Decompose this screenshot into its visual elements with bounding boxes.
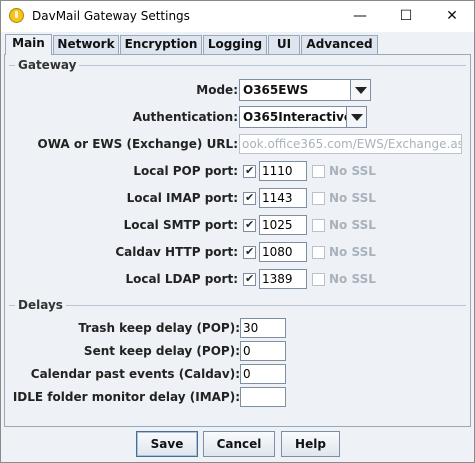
tab-advanced[interactable]: Advanced bbox=[301, 35, 378, 54]
ldap-nossl-checkbox[interactable] bbox=[312, 273, 325, 286]
caldav-nossl-checkbox[interactable] bbox=[312, 246, 325, 259]
calendar-past-events-field[interactable]: 0 bbox=[240, 364, 286, 384]
pop-nossl-label: No SSL bbox=[329, 164, 376, 178]
imap-port-enabled-checkbox[interactable] bbox=[243, 191, 256, 205]
save-button[interactable]: Save bbox=[136, 431, 198, 457]
pop-port-enabled-checkbox[interactable] bbox=[243, 164, 256, 178]
sent-delay-field[interactable]: 0 bbox=[240, 341, 286, 361]
smtp-port-field[interactable]: 1025 bbox=[259, 215, 307, 235]
calendar-past-events-label: Calendar past events (Caldav): bbox=[30, 367, 240, 381]
smtp-nossl-checkbox[interactable] bbox=[312, 219, 325, 232]
authentication-label: Authentication: bbox=[132, 110, 238, 124]
authentication-select[interactable]: O365Interactive bbox=[239, 106, 367, 128]
caldav-port-field[interactable]: 1080 bbox=[259, 242, 307, 262]
pop-nossl-checkbox[interactable] bbox=[312, 165, 325, 178]
main-tab-panel: Gateway Mode: O365EWS Authentication: O3… bbox=[4, 54, 471, 427]
minimize-button[interactable]: — bbox=[337, 1, 383, 32]
gateway-group: Gateway Mode: O365EWS Authentication: O3… bbox=[9, 58, 466, 299]
tab-logging[interactable]: Logging bbox=[203, 35, 267, 54]
imap-nossl-label: No SSL bbox=[329, 191, 376, 205]
title-bar[interactable]: DavMail Gateway Settings — ☐ ✕ bbox=[1, 1, 474, 32]
ldap-nossl-label: No SSL bbox=[329, 272, 376, 286]
delays-group-title: Delays bbox=[15, 298, 66, 312]
pop-port-field[interactable]: 1110 bbox=[259, 161, 307, 181]
tab-main[interactable]: Main bbox=[5, 34, 52, 55]
maximize-button[interactable]: ☐ bbox=[383, 1, 429, 32]
window-title: DavMail Gateway Settings bbox=[32, 9, 190, 23]
imap-nossl-checkbox[interactable] bbox=[312, 192, 325, 205]
idle-delay-label: IDLE folder monitor delay (IMAP): bbox=[12, 390, 240, 404]
close-button[interactable]: ✕ bbox=[429, 1, 475, 32]
trash-delay-field[interactable]: 30 bbox=[240, 318, 286, 338]
settings-window: DavMail Gateway Settings — ☐ ✕ Main Netw… bbox=[0, 0, 475, 463]
caldav-nossl-label: No SSL bbox=[329, 245, 376, 259]
mode-label: Mode: bbox=[196, 83, 238, 97]
davmail-app-icon bbox=[9, 8, 24, 23]
authentication-value: O365Interactive bbox=[243, 110, 353, 124]
mode-select[interactable]: O365EWS bbox=[239, 79, 371, 101]
imap-port-label: Local IMAP port: bbox=[126, 191, 238, 205]
trash-delay-label: Trash keep delay (POP): bbox=[78, 321, 240, 335]
smtp-port-label: Local SMTP port: bbox=[123, 218, 238, 232]
caldav-port-enabled-checkbox[interactable] bbox=[243, 245, 256, 259]
cancel-button[interactable]: Cancel bbox=[203, 431, 275, 457]
exchange-url-field[interactable]: ook.office365.com/EWS/Exchange.asmx bbox=[239, 134, 462, 154]
mode-value: O365EWS bbox=[243, 83, 309, 97]
tab-encryption[interactable]: Encryption bbox=[120, 35, 202, 54]
chevron-down-icon[interactable] bbox=[350, 80, 370, 100]
smtp-nossl-label: No SSL bbox=[329, 218, 376, 232]
tab-network[interactable]: Network bbox=[53, 35, 119, 54]
ldap-port-enabled-checkbox[interactable] bbox=[243, 272, 256, 286]
help-button[interactable]: Help bbox=[281, 431, 340, 457]
caldav-port-label: Caldav HTTP port: bbox=[115, 245, 238, 259]
delays-group: Delays Trash keep delay (POP): 30 Sent k… bbox=[9, 298, 466, 413]
ldap-port-field[interactable]: 1389 bbox=[259, 269, 307, 289]
gateway-group-title: Gateway bbox=[15, 58, 80, 72]
pop-port-label: Local POP port: bbox=[133, 164, 238, 178]
imap-port-field[interactable]: 1143 bbox=[259, 188, 307, 208]
idle-delay-field[interactable] bbox=[240, 387, 286, 407]
tab-ui[interactable]: UI bbox=[268, 35, 300, 54]
sent-delay-label: Sent keep delay (POP): bbox=[83, 344, 240, 358]
chevron-down-icon[interactable] bbox=[346, 107, 366, 127]
smtp-port-enabled-checkbox[interactable] bbox=[243, 218, 256, 232]
ldap-port-label: Local LDAP port: bbox=[125, 272, 238, 286]
url-label: OWA or EWS (Exchange) URL: bbox=[37, 137, 239, 151]
